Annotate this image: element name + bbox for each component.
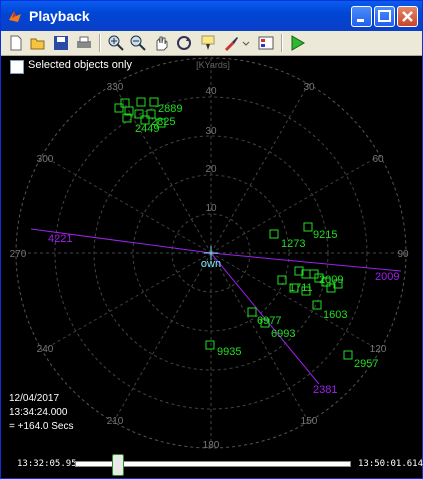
contact-label: 9935 — [217, 346, 241, 358]
print-icon[interactable] — [75, 34, 93, 52]
bearing-spoke — [113, 252, 212, 423]
legend-icon[interactable] — [257, 34, 275, 52]
timeline-end: 13:50:01.614 — [358, 459, 423, 469]
track-line — [210, 252, 402, 272]
timeline-thumb[interactable] — [112, 454, 125, 476]
play-icon[interactable] — [288, 34, 306, 52]
contact-marker[interactable] — [205, 340, 215, 350]
range-ring-label: 10 — [205, 203, 217, 214]
contact-marker[interactable] — [303, 222, 313, 232]
maximize-button[interactable] — [374, 6, 395, 27]
date-readout: 12/04/2017 — [9, 393, 60, 404]
contact-label: 1603 — [323, 309, 347, 321]
bearing-label: 150 — [301, 416, 318, 427]
save-icon[interactable] — [52, 34, 70, 52]
range-ring-label: 40 — [205, 86, 217, 97]
rotate-icon[interactable] — [175, 34, 193, 52]
contact-label: 2449 — [135, 123, 159, 135]
bearing-label: 120 — [370, 344, 387, 355]
range-ring-label: 30 — [205, 126, 217, 137]
contact-marker[interactable] — [149, 97, 159, 107]
track-label: 2381 — [313, 384, 337, 396]
bearing-label: 90 — [397, 249, 409, 260]
pan-icon[interactable] — [152, 34, 170, 52]
chevron-down-icon[interactable] — [242, 34, 250, 52]
window-title: Playback — [29, 8, 90, 24]
range-ring-label: 20 — [205, 164, 217, 175]
timeline-start: 13:32:05.95 — [17, 459, 77, 469]
close-icon — [402, 11, 413, 22]
minimize-icon — [357, 19, 364, 22]
offset-readout: = +164.0 Secs — [9, 421, 74, 432]
title-bar[interactable]: Playback — [1, 1, 422, 31]
contact-label: 2889 — [158, 103, 182, 115]
contact-label: 6993 — [271, 328, 295, 340]
contact-marker[interactable] — [149, 97, 159, 107]
bearing-spoke — [210, 83, 309, 254]
units-label: [KYards] — [196, 60, 230, 70]
track-label: 4221 — [48, 233, 72, 245]
zoom-in-icon[interactable] — [107, 34, 125, 52]
matlab-icon — [9, 11, 21, 22]
contact-marker[interactable] — [114, 103, 124, 113]
new-icon[interactable] — [7, 34, 25, 52]
bearing-label: 330 — [107, 82, 124, 93]
bearing-label: 60 — [372, 154, 384, 165]
bearing-label: 210 — [107, 416, 124, 427]
brush-icon[interactable] — [222, 34, 240, 52]
contact-marker[interactable] — [343, 350, 353, 360]
time-readout: 13:34:24.000 — [9, 407, 68, 418]
playback-window: Playback Selected objects only [KYards] … — [0, 0, 423, 479]
minimize-button[interactable] — [351, 6, 372, 27]
contact-marker[interactable] — [136, 97, 146, 107]
contact-marker[interactable] — [120, 98, 130, 108]
bearing-spoke — [41, 252, 212, 351]
bearing-label: 180 — [203, 440, 220, 451]
maximize-icon — [378, 10, 391, 22]
track-label: 2009 — [375, 271, 399, 283]
contact-label: 9215 — [313, 229, 337, 241]
bearing-label: 30 — [303, 82, 315, 93]
contact-marker[interactable] — [269, 229, 279, 239]
contact-label: 1273 — [281, 238, 305, 250]
contact-marker[interactable] — [134, 109, 144, 119]
bearing-label: 240 — [37, 344, 54, 355]
data-cursor-icon[interactable] — [199, 34, 217, 52]
own-ship-label: own — [201, 258, 221, 270]
bearing-label: 270 — [10, 249, 27, 260]
contact-marker[interactable] — [247, 307, 257, 317]
zoom-out-icon[interactable] — [129, 34, 147, 52]
bearing-label: 300 — [37, 154, 54, 165]
close-button[interactable] — [397, 6, 418, 27]
open-icon[interactable] — [29, 34, 47, 52]
contact-label: 2957 — [354, 358, 378, 370]
toolbar — [1, 31, 422, 56]
